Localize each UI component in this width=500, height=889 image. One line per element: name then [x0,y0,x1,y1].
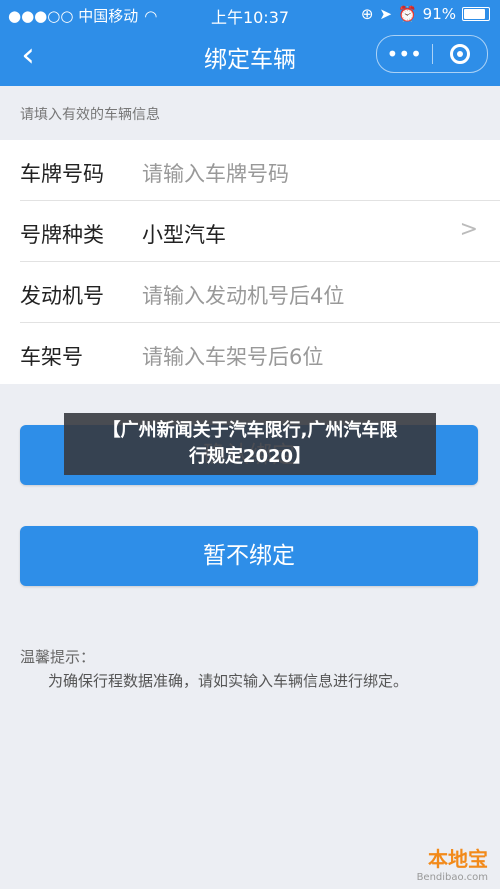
overlay-line-1: 【广州新闻关于汽车限行,广州汽车限 [102,420,398,441]
plate-type-label: 号牌种类 [20,223,104,247]
watermark-url: Bendibao.com [416,872,488,883]
vin-label: 车架号 [20,345,83,369]
article-title-overlay: 【广州新闻关于汽车限行,广州汽车限 行规定2020】 [64,413,436,475]
more-button[interactable]: ••• [377,36,432,72]
mini-program-capsule: ••• [376,35,488,73]
engine-number-input[interactable]: 请输入发动机号后4位 [142,280,344,310]
form-hint: 请填入有效的车辆信息 [20,107,160,123]
vehicle-form: 车牌号码 请输入车牌号码 号牌种类 小型汽车 > 发动机号 请输入发动机号后4位… [0,140,500,384]
close-button[interactable] [433,36,488,72]
plate-number-label: 车牌号码 [20,162,104,186]
vin-input[interactable]: 请输入车架号后6位 [142,341,323,371]
skip-bind-button[interactable]: 暂不绑定 [20,526,478,586]
watermark-brand: 本地宝 [428,847,488,871]
plate-type-select[interactable]: 小型汽车 [142,219,226,249]
tips-title: 温馨提示： [20,648,96,666]
battery-percent: 91% [422,5,456,23]
vin-row[interactable]: 车架号 请输入车架号后6位 [0,323,500,384]
status-bar: ●●●○○ 中国移动 ◠ 上午10:37 ⊕ ➤ ⏰ 91% [0,0,500,28]
overlay-line-2: 行规定2020】 [188,446,312,467]
plate-type-row[interactable]: 号牌种类 小型汽车 > [0,201,500,262]
lock-rotation-icon: ⊕ [360,5,374,23]
nav-bar: ‹ 绑定车辆 ••• [0,28,500,86]
header-bar: ●●●○○ 中国移动 ◠ 上午10:37 ⊕ ➤ ⏰ 91% ‹ 绑定车辆 ••… [0,0,500,86]
chevron-right-icon: > [459,217,478,242]
more-icon: ••• [386,42,422,66]
plate-number-row[interactable]: 车牌号码 请输入车牌号码 [0,140,500,201]
watermark: 本地宝 Bendibao.com [417,843,488,883]
location-icon: ➤ [379,5,392,23]
alarm-icon: ⏰ [397,5,417,23]
close-circle-icon [449,44,470,64]
battery-icon [462,7,490,21]
status-right: ⊕ ➤ ⏰ 91% [361,5,490,23]
engine-number-label: 发动机号 [20,284,104,308]
engine-number-row[interactable]: 发动机号 请输入发动机号后4位 [0,262,500,323]
plate-number-input[interactable]: 请输入车牌号码 [142,158,289,188]
tips-body: 为确保行程数据准确，请如实输入车辆信息进行绑定。 [48,672,409,690]
